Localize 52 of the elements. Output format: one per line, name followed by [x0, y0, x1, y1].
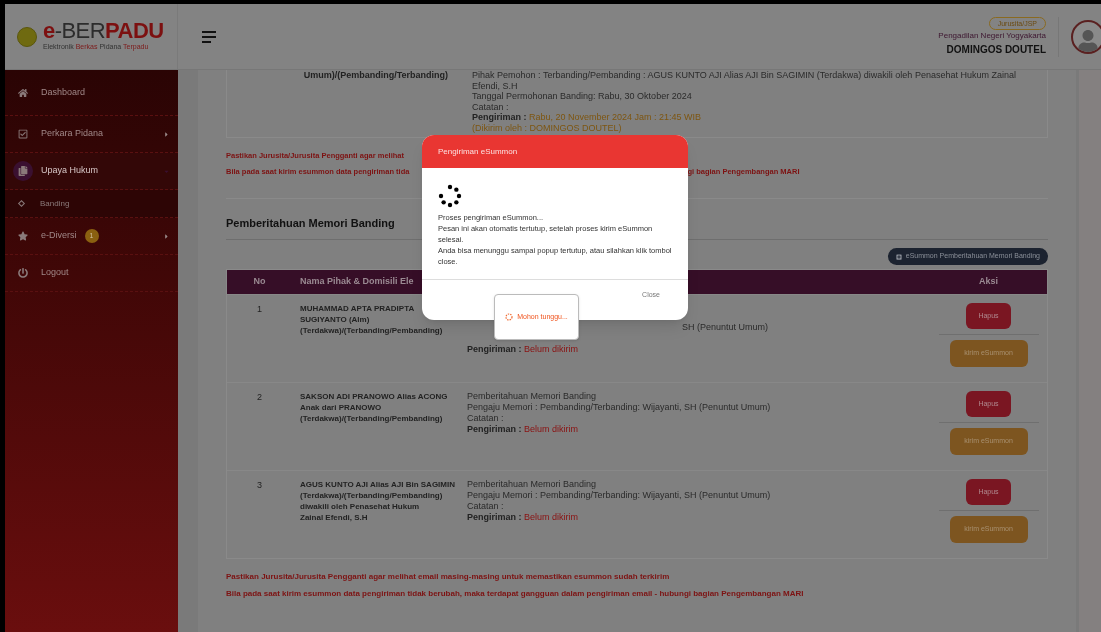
menu-button[interactable]	[202, 30, 216, 43]
detail-text: Tanggal Permohonan Banding: Rabu, 30 Oktober 2024	[472, 91, 693, 102]
delivery-status: Pengiriman : Belum dikirim	[467, 424, 580, 435]
party-name: SAKSON ADI PRANOWO Alias ACONG	[300, 391, 449, 402]
detail-text: Catatan :	[467, 413, 505, 424]
party-name: (Terdakwa)/(Terbanding/Pembanding)	[300, 413, 444, 424]
caret-icon	[163, 130, 170, 138]
caret-icon	[163, 232, 170, 240]
row-number: 1	[256, 303, 263, 316]
detail-text: Pihak Pemohon : Terbanding/Pembanding : AGUS KUNTO AJI Alias AJI Bin SAGIMIN (Terdakwa) diwakili oleh Penasehat Hukum Zainal	[472, 70, 1016, 81]
delivery-status: Pengiriman : Belum dikirim	[467, 512, 580, 523]
party-name: (Terdakwa)/(Terbanding/Pembanding)	[300, 490, 444, 501]
delivery-status: Pengiriman : Rabu, 20 November 2024 Jam : 21:45 WIB	[472, 112, 703, 123]
column-header: Aksi	[978, 275, 999, 289]
party-name: diwakili oleh Penasehat Hukum	[300, 501, 421, 512]
court-name: Pengadilan Negeri Yogyakarta	[938, 29, 1046, 42]
sender-note: (Dikirim oleh : DOMINGOS DOUTEL)	[472, 122, 623, 133]
column-header: No	[252, 275, 267, 289]
detail-text: SH (Penuntut Umum)	[682, 322, 770, 333]
row-number: 2	[256, 391, 263, 404]
delivery-status: Pengiriman : Belum dikirim	[467, 344, 580, 355]
checkbox-icon	[18, 129, 28, 139]
party-name: Anak dari PRANOWO	[300, 402, 383, 413]
sidebar-subitem[interactable]: Banding	[5, 190, 178, 218]
plus-icon	[895, 253, 902, 260]
logo-title: e-BERPADU	[43, 20, 164, 43]
detail-text: Pengaju Memori : Pembanding/Terbanding: Wijayanti, SH (Penuntut Umum)	[467, 402, 772, 413]
party-name: AGUS KUNTO AJI Alias AJI Bin SAGIMIN	[300, 479, 456, 490]
party-name: Zainal Efendi, S.H	[300, 512, 369, 523]
row-number: 3	[256, 479, 263, 492]
star-icon	[18, 231, 28, 241]
party-name: (Terdakwa)/(Terbanding/Pembanding)	[300, 325, 444, 336]
detail-text: Catatan :	[472, 101, 510, 112]
party-name: MUHAMMAD APTA PRADIPTA	[300, 303, 416, 314]
detail-text: Pemberitahuan Memori Banding	[467, 479, 598, 490]
emblem-icon	[17, 26, 37, 47]
documents-icon	[18, 166, 28, 176]
party-name: SUGIYANTO (Alm)	[300, 314, 371, 325]
warning-text: Bila pada saat kirim esummon data pengiriman tidak berubah, maka terdapat gangguan dalam pengiriman email - hubungi bagian Pengembangan MARI	[226, 588, 805, 600]
power-icon	[18, 268, 28, 278]
modal-title: Pengiriman eSummon	[438, 145, 518, 158]
column-header: Nama Pihak & Domisili Ele	[299, 275, 414, 289]
home-icon	[18, 87, 28, 98]
spinner-icon	[438, 184, 462, 208]
user-name: DOMINGOS DOUTEL	[946, 42, 1046, 57]
detail-text: Efendi, S.H	[472, 80, 519, 91]
party-name: Umum)/(Pembanding/Terbanding)	[302, 70, 449, 82]
detail-text: Catatan :	[467, 501, 505, 512]
loading-icon	[505, 313, 514, 321]
warning-text: Pastikan Jurusita/Jurusita Pengganti agar melihat email masing-masing untuk memastikan esummon sudah terkirim	[226, 571, 671, 583]
detail-text: Pengaju Memori : Pembanding/Terbanding: Wijayanti, SH (Penuntut Umum)	[467, 490, 772, 501]
detail-text: Pemberitahuan Memori Banding	[467, 391, 598, 402]
